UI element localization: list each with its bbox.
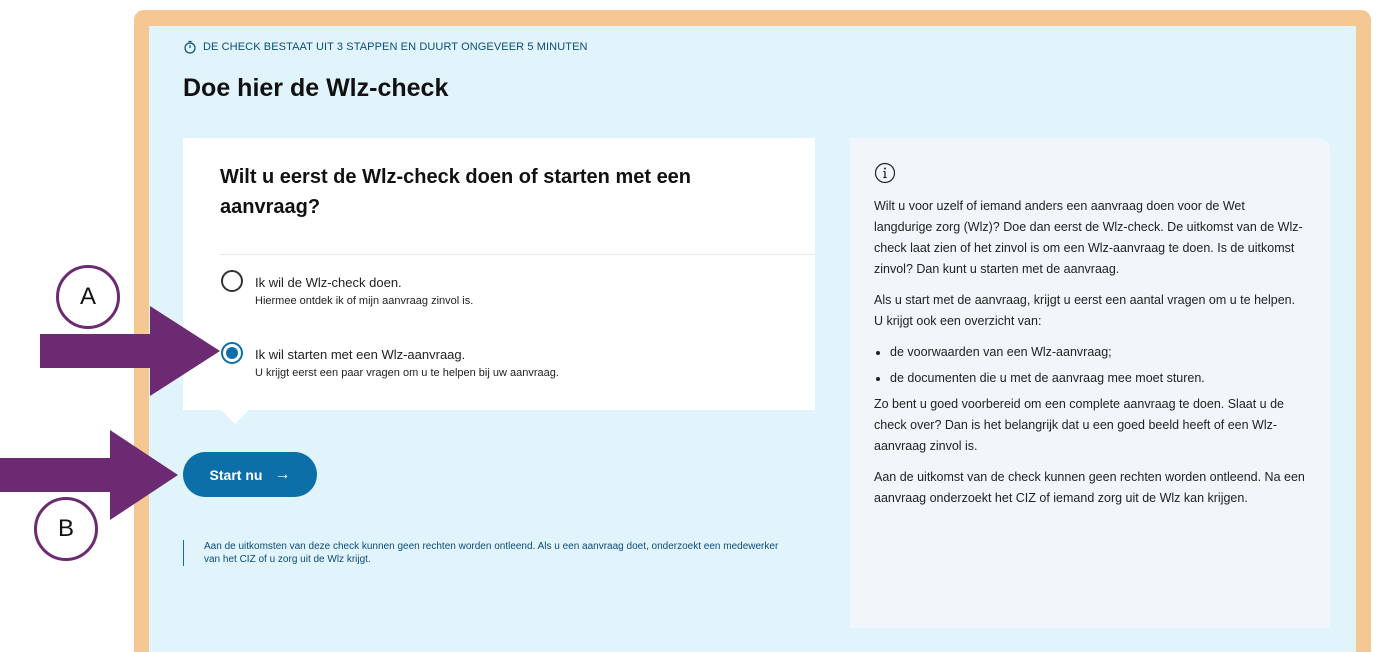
info-panel: Wilt u voor uzelf of iemand anders een a… [850, 138, 1330, 628]
radio-wlz-aanvraag[interactable] [221, 342, 243, 364]
info-paragraph: Zo bent u goed voorbereid om een complet… [874, 397, 1285, 453]
arrow-right-icon: → [274, 465, 291, 483]
annotation-arrow-a [40, 306, 220, 396]
radio-wlz-check[interactable] [221, 270, 243, 292]
option-description: Hiermee ontdek ik of mijn aanvraag zinvo… [255, 295, 474, 307]
page-title: Doe hier de Wlz-check [183, 74, 449, 102]
question-title: Wilt u eerst de Wlz-check doen of starte… [220, 166, 692, 218]
card-divider [220, 254, 815, 255]
option-wlz-aanvraag[interactable]: Ik wil starten met een Wlz-aanvraag. U k… [221, 342, 559, 379]
info-bullet: de voorwaarden van een Wlz-aanvraag; [890, 342, 1306, 363]
info-icon [874, 162, 896, 184]
info-paragraph: Wilt u voor uzelf of iemand anders een a… [874, 199, 1303, 276]
option-label: Ik wil starten met een Wlz-aanvraag. [255, 347, 466, 362]
start-button[interactable]: Start nu → [183, 452, 317, 497]
info-paragraph: Als u start met de aanvraag, krijgt u ee… [874, 293, 1296, 328]
annotation-arrow-b [0, 430, 178, 520]
question-card: Wilt u eerst de Wlz-check doen of starte… [183, 138, 815, 424]
option-label: Ik wil de Wlz-check doen. [255, 275, 402, 290]
info-paragraph: Aan de uitkomst van de check kunnen geen… [874, 470, 1305, 505]
info-bullet-list: de voorwaarden van een Wlz-aanvraag; de … [874, 342, 1306, 389]
option-wlz-check[interactable]: Ik wil de Wlz-check doen. Hiermee ontdek… [221, 270, 473, 307]
info-bullet: de documenten die u met de aanvraag mee … [890, 368, 1306, 389]
disclaimer: Aan de uitkomsten van deze check kunnen … [183, 540, 784, 566]
duration-text: DE CHECK BESTAAT UIT 3 STAPPEN EN DUURT … [203, 41, 588, 53]
duration-note: DE CHECK BESTAAT UIT 3 STAPPEN EN DUURT … [183, 40, 588, 54]
start-button-label: Start nu [209, 466, 263, 483]
option-description: U krijgt eerst een paar vragen om u te h… [255, 367, 559, 379]
stopwatch-icon [184, 40, 196, 54]
